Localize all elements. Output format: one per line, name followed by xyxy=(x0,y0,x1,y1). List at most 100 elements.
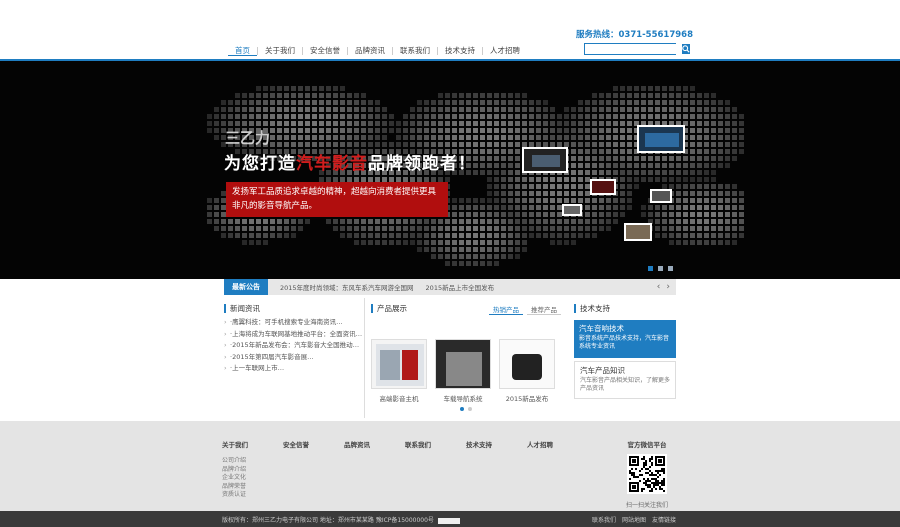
product-caption: 高端影音主机 xyxy=(379,395,419,403)
tech-card-body: 影音系统产品技术支持，汽车影音系统专业资讯 xyxy=(579,335,670,350)
tab-recommended-products[interactable]: 推荐产品 xyxy=(527,304,561,315)
slogan-pre: 为您打造 xyxy=(224,154,296,174)
footer-links: 公司介绍 品牌介绍 企业文化 品牌荣誉 资质认证 xyxy=(222,457,283,500)
footer-col-title[interactable]: 人才招聘 xyxy=(527,439,588,449)
slogan-post: 品牌领跑者！ xyxy=(368,154,476,174)
footer-link[interactable]: 企业文化 xyxy=(222,474,283,483)
hotline: 服务热线：0371-55617968 xyxy=(576,30,694,40)
chevron-left-icon[interactable]: ‹ xyxy=(657,282,661,292)
product-pager-dot[interactable] xyxy=(468,407,472,411)
footer-col: 品牌资讯 xyxy=(344,439,405,500)
banner-description: 发扬军工品质追求卓越的精神，超越向消费者提供更具非凡的影音导航产品。 xyxy=(226,182,448,217)
product-card[interactable]: 车载导航系统 xyxy=(435,339,491,403)
bottom-links: 联系我们 网站地图 友情链接 xyxy=(592,515,676,524)
product-card[interactable]: 2015新品发布 xyxy=(499,339,555,403)
banner-pager-dot[interactable] xyxy=(668,266,673,271)
chevron-right-icon[interactable]: › xyxy=(666,282,670,292)
nav-about[interactable]: 关于我们 xyxy=(257,47,302,55)
tech-title: 技术支持 xyxy=(574,304,676,313)
search-input[interactable] xyxy=(585,44,682,54)
tech-card-title: 汽车音响技术 xyxy=(579,324,624,333)
copyright-text: 版权所有：郑州三乙力电子有限公司 地址：郑州市某某路 豫ICP备15000000… xyxy=(222,517,434,524)
banner-thumb-car xyxy=(650,189,672,203)
footer-col: 关于我们 公司介绍 品牌介绍 企业文化 品牌荣誉 资质认证 xyxy=(222,439,283,500)
product-pager xyxy=(371,407,561,411)
search-box xyxy=(584,43,690,55)
tech-card[interactable]: 汽车产品知识 汽车影音产品相关知识，了解更多产品资讯 xyxy=(574,361,676,399)
list-item[interactable]: ·上一车联网上市… xyxy=(224,363,362,375)
nav-news[interactable]: 品牌资讯 xyxy=(347,47,392,55)
tab-hot-products[interactable]: 热销产品 xyxy=(489,304,523,315)
column-divider xyxy=(364,298,365,418)
bottom-link[interactable]: 友情链接 xyxy=(652,515,676,524)
nav-support[interactable]: 技术支持 xyxy=(437,47,482,55)
banner-pager-dot[interactable] xyxy=(658,266,663,271)
product-caption: 车载导航系统 xyxy=(443,395,483,403)
bottom-bar: 版权所有：郑州三乙力电子有限公司 地址：郑州市某某路 豫ICP备15000000… xyxy=(0,511,900,527)
footer-link[interactable]: 资质认证 xyxy=(222,491,283,500)
announcement-bar: 最新公告 2015年度时尚领域：东风车系汽车网游全国网 2015新品上市全国发布… xyxy=(224,279,676,295)
qr-code-icon xyxy=(627,454,667,494)
footer-col-title[interactable]: 关于我们 xyxy=(222,439,283,449)
footer-link[interactable]: 品牌介绍 xyxy=(222,466,283,475)
announcement-arrows: ‹ › xyxy=(657,282,676,292)
announcement-item[interactable]: 2015年度时尚领域：东风车系汽车网游全国网 xyxy=(268,282,414,292)
bottom-link[interactable]: 网站地图 xyxy=(622,515,646,524)
search-icon xyxy=(682,45,690,53)
product-tabs: 热销产品 推荐产品 xyxy=(489,304,561,315)
product-image xyxy=(435,339,491,389)
tech-section: 技术支持 汽车音响技术 影音系统产品技术支持，汽车影音系统专业资讯 汽车产品知识… xyxy=(574,304,676,399)
tech-card-title: 汽车产品知识 xyxy=(580,366,625,375)
wechat-caption: 扫一扫关注我们 xyxy=(625,502,668,509)
wechat-section: 官方微信平台 扫一扫关注我们 xyxy=(624,439,670,509)
footer-col-title[interactable]: 品牌资讯 xyxy=(344,439,405,449)
slogan-highlight: 汽车影音 xyxy=(296,154,368,174)
banner-thumb-device xyxy=(590,179,616,195)
tech-card-body: 汽车影音产品相关知识，了解更多产品资讯 xyxy=(580,377,671,392)
footer-link[interactable]: 公司介绍 xyxy=(222,457,283,466)
footer-col: 安全信誉 xyxy=(283,439,344,500)
footer-col-title[interactable]: 联系我们 xyxy=(405,439,466,449)
product-image xyxy=(499,339,555,389)
footer-col-title[interactable]: 技术支持 xyxy=(466,439,527,449)
product-caption: 2015新品发布 xyxy=(505,395,549,403)
product-card[interactable]: 高端影音主机 xyxy=(371,339,427,403)
banner-slogan: 为您打造汽车影音品牌领跑者！ xyxy=(224,149,476,174)
hero-banner[interactable]: 三乙力 为您打造汽车影音品牌领跑者！ 发扬军工品质追求卓越的精神，超越向消费者提… xyxy=(0,61,900,279)
wechat-title: 官方微信平台 xyxy=(627,441,667,449)
list-item[interactable]: ·上海将成为车联网基地推动平台：全面资讯… xyxy=(224,329,362,341)
announcement-label: 最新公告 xyxy=(224,279,268,295)
footer-link[interactable]: 品牌荣誉 xyxy=(222,483,283,492)
list-item[interactable]: ·2015年第四届汽车影音展… xyxy=(224,352,362,364)
footer-col: 技术支持 xyxy=(466,439,527,500)
announcement-item[interactable]: 2015新品上市全国发布 xyxy=(414,282,495,292)
footer-col: 人才招聘 xyxy=(527,439,588,500)
banner-thumb-seats xyxy=(624,223,652,241)
banner-thumb-screen xyxy=(637,125,685,153)
nav-jobs[interactable]: 人才招聘 xyxy=(482,47,527,55)
content-area: 新闻资讯 ·鹰翼科技：可手机搜索专业海南资讯… ·上海将成为车联网基地推动平台：… xyxy=(224,298,676,420)
banner-thumb-dashboard xyxy=(522,147,568,173)
product-image xyxy=(371,339,427,389)
banner-pager-dot[interactable] xyxy=(648,266,653,271)
list-item[interactable]: ·鹰翼科技：可手机搜索专业海南资讯… xyxy=(224,317,362,329)
nav-contact[interactable]: 联系我们 xyxy=(392,47,437,55)
main-nav: 首页 关于我们 安全信誉 品牌资讯 联系我们 技术支持 人才招聘 xyxy=(228,44,527,58)
banner-pager xyxy=(648,266,673,271)
header: 服务热线：0371-55617968 首页 关于我们 安全信誉 品牌资讯 联系我… xyxy=(0,0,900,61)
product-pager-dot[interactable] xyxy=(460,407,464,411)
list-item[interactable]: ·2015年新品发布会：汽车影音大全国推动… xyxy=(224,340,362,352)
page: 服务热线：0371-55617968 首页 关于我们 安全信誉 品牌资讯 联系我… xyxy=(0,0,900,527)
news-title: 新闻资讯 xyxy=(224,304,362,313)
footer-col-title[interactable]: 安全信誉 xyxy=(283,439,344,449)
footer-columns: 关于我们 公司介绍 品牌介绍 企业文化 品牌荣誉 资质认证 安全信誉 品牌资讯 … xyxy=(222,439,588,500)
footer: 关于我们 公司介绍 品牌介绍 企业文化 品牌荣誉 资质认证 安全信誉 品牌资讯 … xyxy=(0,421,900,511)
cnzz-badge[interactable] xyxy=(437,517,460,524)
tech-card[interactable]: 汽车音响技术 影音系统产品技术支持，汽车影音系统专业资讯 xyxy=(574,320,676,358)
news-section: 新闻资讯 ·鹰翼科技：可手机搜索专业海南资讯… ·上海将成为车联网基地推动平台：… xyxy=(224,304,362,375)
nav-home[interactable]: 首页 xyxy=(228,46,257,56)
search-button[interactable] xyxy=(682,44,690,54)
nav-security[interactable]: 安全信誉 xyxy=(302,47,347,55)
bottom-link[interactable]: 联系我们 xyxy=(592,515,616,524)
products-section: 产品展示 热销产品 推荐产品 高端影音主机 车载导航系统 2015新品发布 xyxy=(371,304,561,411)
